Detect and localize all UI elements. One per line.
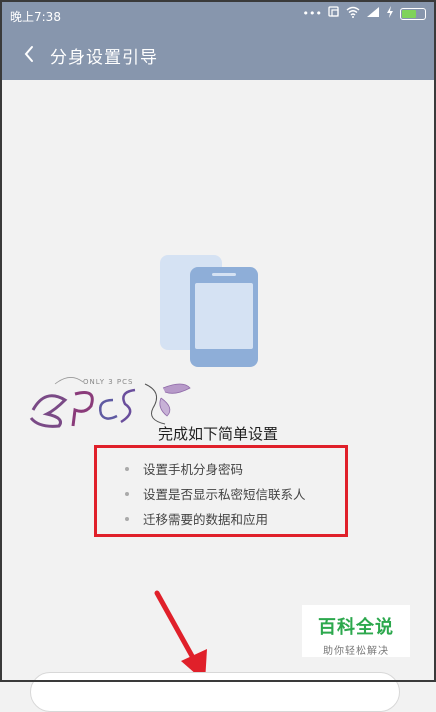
status-time: 晚上7:38	[10, 10, 61, 24]
start-setup-button[interactable]	[30, 672, 400, 712]
baike-subtitle: 助你轻松解决	[323, 646, 389, 657]
status-bar: 晚上7:38 •••	[0, 0, 436, 30]
watermark-text: ONLY 3 PCS	[83, 378, 133, 386]
battery-icon	[400, 8, 426, 20]
setup-steps-list: 设置手机分身密码 设置是否显示私密短信联系人 迁移需要的数据和应用	[125, 456, 306, 531]
app-bar: 分身设置引导	[0, 30, 436, 80]
bullet-dot-icon	[125, 491, 129, 496]
bullet-dot-icon	[125, 516, 129, 521]
step-label: 设置手机分身密码	[143, 462, 244, 477]
step-label: 迁移需要的数据和应用	[143, 512, 269, 527]
bullet-dot-icon	[125, 466, 129, 471]
page-title: 分身设置引导	[50, 48, 158, 68]
wifi-icon	[346, 6, 360, 22]
setup-heading: 完成如下简单设置	[157, 425, 278, 443]
baike-name: 百科全说	[318, 617, 394, 638]
status-icons: •••	[303, 6, 426, 22]
step-label: 设置是否显示私密短信联系人	[143, 487, 306, 502]
back-chevron-icon[interactable]	[18, 42, 42, 66]
pcs-watermark-logo: ONLY 3 PCS	[25, 370, 195, 430]
screen-icon	[328, 6, 340, 22]
red-arrow-annotation	[145, 585, 225, 685]
signal-icon	[366, 6, 380, 22]
baike-badge: 百科全说 助你轻松解决	[302, 605, 410, 657]
more-dots-icon: •••	[302, 7, 322, 20]
charging-icon	[386, 6, 394, 22]
dual-phone-illustration	[160, 255, 260, 370]
list-item: 迁移需要的数据和应用	[125, 506, 306, 531]
list-item: 设置是否显示私密短信联系人	[125, 481, 306, 506]
list-item: 设置手机分身密码	[125, 456, 306, 481]
